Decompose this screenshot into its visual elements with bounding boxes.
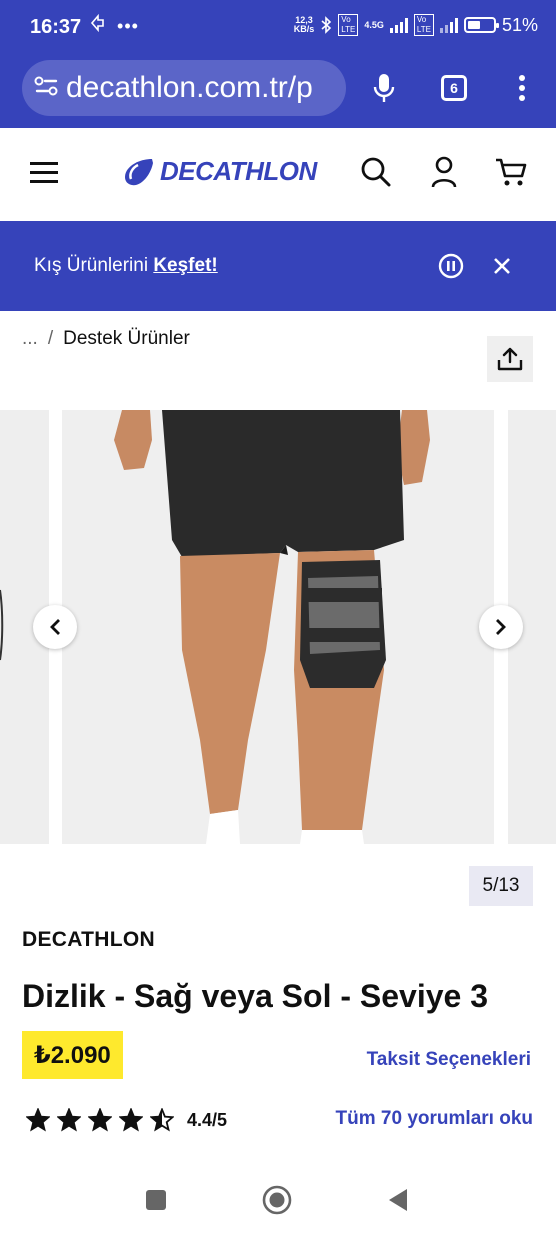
promo-message: Kış Ürünlerini (34, 255, 149, 276)
volte-icon-2: Vo LTE (413, 14, 434, 36)
star-icon (119, 1108, 143, 1132)
microphone-icon[interactable] (364, 66, 404, 110)
gallery-prev-button[interactable] (33, 605, 77, 649)
product-gallery[interactable] (0, 410, 556, 844)
chevron-right-icon (496, 619, 506, 635)
circle-icon (262, 1185, 292, 1215)
navigation-icon (90, 13, 104, 33)
bluetooth-icon (321, 16, 332, 34)
square-icon (146, 1190, 166, 1210)
more-icon: ••• (117, 16, 139, 36)
chevron-left-icon (50, 619, 60, 635)
star-icon (26, 1108, 50, 1132)
net-speed: 12,3 KB/s (293, 15, 315, 34)
browser-toolbar: decathlon.com.tr/p 6 (0, 56, 556, 128)
pause-icon[interactable] (433, 248, 469, 284)
gallery-counter: 5/13 (469, 866, 533, 906)
breadcrumb-ellipsis[interactable]: ... (22, 328, 38, 350)
hamburger-icon[interactable] (22, 150, 66, 194)
decathlon-logo[interactable]: DECATHLON (122, 156, 317, 187)
close-icon[interactable] (484, 248, 520, 284)
network-type: 4.5G (364, 20, 384, 30)
battery-icon (463, 17, 499, 33)
status-time: 16:37 (30, 16, 82, 38)
triangle-back-icon (389, 1189, 407, 1211)
address-bar[interactable]: decathlon.com.tr/p (22, 60, 346, 116)
product-price: ₺2.090 (22, 1031, 123, 1079)
breadcrumb: ... / Destek Ürünler (22, 328, 190, 350)
status-left-icons: ••• (88, 13, 139, 37)
recents-button[interactable] (138, 1182, 174, 1218)
tab-count: 6 (441, 75, 467, 101)
signal-icon (389, 17, 408, 33)
installment-options-link[interactable]: Taksit Seçenekleri (367, 1049, 531, 1071)
status-bar: 16:37 ••• 12,3 KB/s Vo LTE 4.5G Vo LTE 51% (0, 0, 556, 56)
tabs-button[interactable]: 6 (434, 66, 474, 110)
promo-text: Kış Ürünlerini Keşfet! (34, 255, 218, 277)
home-button[interactable] (259, 1182, 295, 1218)
product-image[interactable] (62, 410, 494, 844)
rating-stars (26, 1108, 174, 1132)
back-button[interactable] (380, 1182, 416, 1218)
share-button[interactable] (487, 336, 533, 382)
android-navigation-bar (0, 1160, 556, 1235)
product-brand[interactable]: DECATHLON (22, 928, 155, 952)
breadcrumb-current[interactable]: Destek Ürünler (63, 328, 190, 350)
share-icon (497, 347, 523, 371)
site-header: DECATHLON (0, 128, 556, 220)
logo-mark-icon (125, 158, 153, 185)
rating-value: 4.4/5 (187, 1109, 228, 1130)
url-text: decathlon.com.tr/p (66, 71, 313, 104)
menu-icon[interactable] (502, 66, 542, 110)
volte-icon: Vo LTE (338, 14, 359, 36)
search-icon[interactable] (354, 150, 398, 194)
gallery-next-button[interactable] (479, 605, 523, 649)
promo-link[interactable]: Keşfet! (153, 255, 217, 276)
signal-icon-2 (439, 17, 458, 33)
promo-banner: Kış Ürünlerini Keşfet! (0, 221, 556, 311)
cart-icon[interactable] (489, 150, 533, 194)
star-icon (57, 1108, 81, 1132)
status-indicators: 12,3 KB/s Vo LTE 4.5G Vo LTE 51% (294, 14, 538, 36)
battery-percent: 51% (501, 14, 538, 35)
site-settings-icon[interactable] (22, 75, 66, 102)
account-icon[interactable] (422, 150, 466, 194)
logo-text: DECATHLON (160, 156, 317, 186)
product-title: Dizlik - Sağ veya Sol - Seviye 3 (22, 978, 488, 1014)
breadcrumb-separator: / (47, 328, 54, 349)
star-icon (88, 1108, 112, 1132)
product-rating[interactable]: 4.4/5 (26, 1108, 227, 1132)
star-icon (150, 1108, 174, 1132)
reviews-link[interactable]: Tüm 70 yorumları oku (336, 1108, 533, 1130)
